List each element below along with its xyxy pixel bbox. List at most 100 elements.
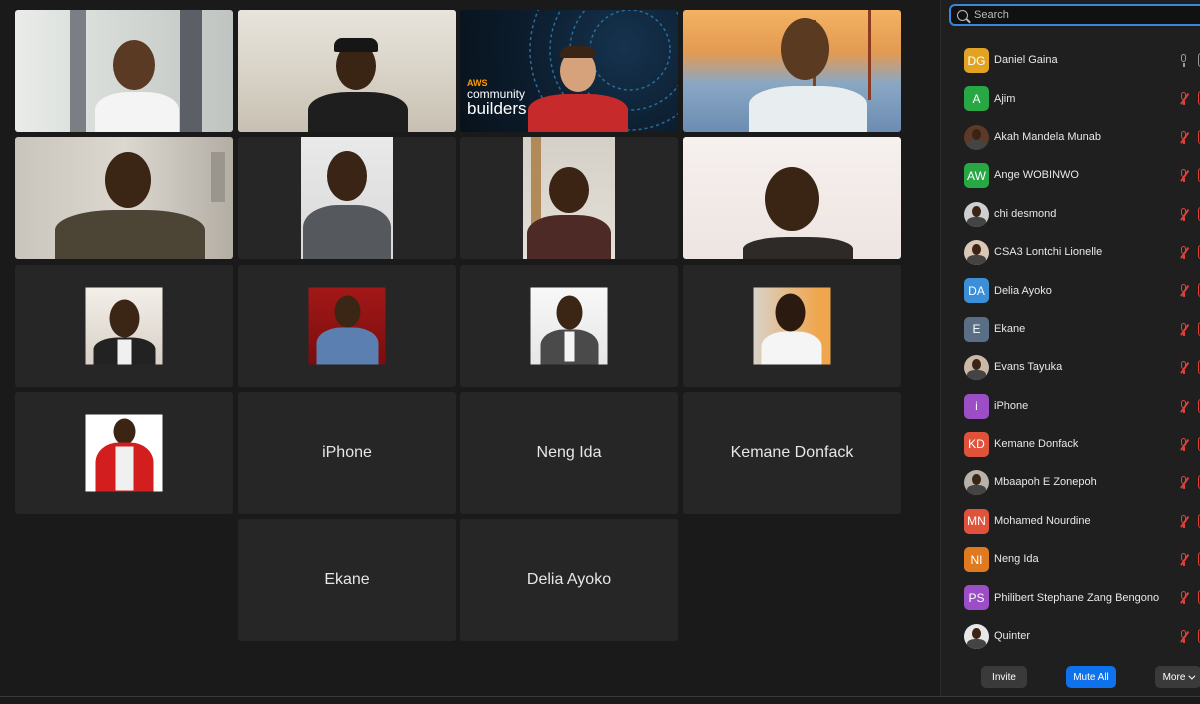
aws-logo-line2: builders: [467, 99, 527, 118]
participant-video: [683, 10, 901, 132]
participant-row[interactable]: NI Neng Ida: [941, 540, 1200, 578]
participant-row[interactable]: PS Philibert Stephane Zang Bengono: [941, 578, 1200, 616]
participant-video: [15, 137, 233, 259]
participant-avatar: MN: [964, 508, 989, 534]
more-button[interactable]: More: [1155, 666, 1200, 688]
participant-name: Akah Mandela Munab: [994, 130, 1102, 143]
participant-row[interactable]: Quinter: [941, 617, 1200, 655]
video-tile-12[interactable]: [683, 265, 901, 387]
video-tile-10[interactable]: [238, 265, 456, 387]
mic-muted-icon[interactable]: [1179, 284, 1188, 298]
participant-row[interactable]: Mbaapoh E Zonepoh: [941, 463, 1200, 501]
participant-row[interactable]: CSA3 Lontchi Lionelle: [941, 233, 1200, 271]
participant-video: [683, 137, 901, 259]
mic-muted-icon[interactable]: [1179, 322, 1188, 336]
video-tile-kemane-donfack[interactable]: Kemane Donfack: [683, 392, 901, 514]
more-button-label: More: [1162, 671, 1186, 683]
window-bottom-edge: [0, 696, 1200, 704]
participants-footer: Invite Mute All More: [941, 664, 1200, 690]
video-tile-4[interactable]: [683, 10, 901, 132]
aws-community-builders-logo: AWS community builders: [467, 78, 527, 117]
profile-picture: [753, 287, 831, 365]
video-tile-neng-ida[interactable]: Neng Ida: [460, 392, 678, 514]
video-tile-8[interactable]: [683, 137, 901, 259]
mute-all-button-label: Mute All: [1073, 671, 1109, 683]
mic-muted-icon[interactable]: [1179, 130, 1188, 144]
participant-row[interactable]: KD Kemane Donfack: [941, 425, 1200, 463]
participant-name: Ekane: [324, 571, 370, 588]
mic-muted-icon[interactable]: [1179, 437, 1188, 451]
mic-muted-icon[interactable]: [1179, 207, 1188, 221]
participant-name: Philibert Stephane Zang Bengono: [994, 591, 1160, 604]
participant-row[interactable]: Akah Mandela Munab: [941, 118, 1200, 156]
participant-avatar: E: [964, 316, 989, 342]
video-tile-delia-ayoko[interactable]: Delia Ayoko: [460, 519, 678, 641]
search-input[interactable]: [974, 9, 1174, 21]
mute-all-button[interactable]: Mute All: [1066, 666, 1116, 688]
participant-row[interactable]: E Ekane: [941, 310, 1200, 348]
participant-name: iPhone: [994, 399, 1029, 412]
participant-video: [523, 137, 615, 259]
profile-picture: [85, 414, 163, 492]
participant-name: Neng Ida: [994, 553, 1039, 566]
participant-avatar: DA: [964, 278, 989, 304]
mic-muted-icon[interactable]: [1179, 92, 1188, 106]
video-tile-11[interactable]: [460, 265, 678, 387]
mic-muted-icon[interactable]: [1179, 591, 1188, 605]
mic-icon[interactable]: [1179, 54, 1188, 67]
video-tile-5[interactable]: [15, 137, 233, 259]
participant-video: [301, 137, 393, 259]
video-tile-ekane[interactable]: Ekane: [238, 519, 456, 641]
video-tile-3[interactable]: AWS community builders: [460, 10, 678, 132]
video-tile-1[interactable]: [15, 10, 233, 132]
participant-avatar: DG: [964, 48, 989, 73]
profile-picture: [308, 287, 386, 365]
participant-row[interactable]: MN Mohamed Nourdine: [941, 502, 1200, 540]
video-tile-iphone[interactable]: iPhone: [238, 392, 456, 514]
participant-avatar: [964, 355, 989, 381]
participant-name: Delia Ayoko: [526, 571, 612, 588]
mic-muted-icon[interactable]: [1179, 629, 1188, 643]
participants-panel: DGDaniel GainaAAjimAkah Mandela MunabAWA…: [940, 0, 1200, 704]
video-tile-6[interactable]: [238, 137, 456, 259]
participant-avatar: A: [964, 86, 989, 112]
mic-muted-icon[interactable]: [1179, 514, 1188, 528]
participant-row[interactable]: chi desmond: [941, 195, 1200, 233]
video-tile-13[interactable]: [15, 392, 233, 514]
participant-name: Daniel Gaina: [994, 54, 1058, 67]
participant-name: CSA3 Lontchi Lionelle: [994, 246, 1103, 259]
participant-name: Ajim: [994, 92, 1016, 105]
participant-name: Ekane: [994, 322, 1026, 335]
participant-video: [238, 10, 456, 132]
participant-name: Mohamed Nourdine: [994, 514, 1091, 527]
participant-avatar: NI: [964, 547, 989, 573]
participant-row[interactable]: A Ajim: [941, 79, 1200, 117]
participant-avatar: KD: [964, 431, 989, 457]
participant-row[interactable]: AW Ange WOBINWO: [941, 156, 1200, 194]
mic-muted-icon[interactable]: [1179, 169, 1188, 183]
participants-list[interactable]: DG Daniel Gaina A Ajim Akah Mandela Munab AW A…: [941, 41, 1200, 655]
mic-muted-icon[interactable]: [1179, 399, 1188, 413]
participant-search-box[interactable]: [949, 4, 1200, 26]
participant-avatar: AW: [964, 163, 989, 189]
participant-row[interactable]: DG Daniel Gaina: [941, 41, 1200, 79]
participant-name: Evans Tayuka: [994, 361, 1063, 374]
mic-muted-icon[interactable]: [1179, 361, 1188, 375]
mic-muted-icon[interactable]: [1179, 553, 1188, 567]
participant-row[interactable]: Evans Tayuka: [941, 348, 1200, 386]
participant-row[interactable]: DA Delia Ayoko: [941, 271, 1200, 309]
mic-muted-icon[interactable]: [1179, 245, 1188, 259]
mic-muted-icon[interactable]: [1179, 476, 1188, 490]
participant-avatar: [964, 623, 989, 649]
video-tile-2-active-speaker[interactable]: [238, 10, 456, 132]
chevron-down-icon: [1188, 672, 1196, 680]
video-tile-9[interactable]: [15, 265, 233, 387]
participant-name: Mbaapoh E Zonepoh: [994, 476, 1097, 489]
participant-row[interactable]: i iPhone: [941, 387, 1200, 425]
participant-avatar: [964, 239, 989, 265]
invite-button[interactable]: Invite: [981, 666, 1027, 688]
participant-avatar: [964, 470, 989, 496]
video-tile-7[interactable]: [460, 137, 678, 259]
participant-video: [15, 10, 233, 132]
search-icon: [957, 9, 968, 21]
